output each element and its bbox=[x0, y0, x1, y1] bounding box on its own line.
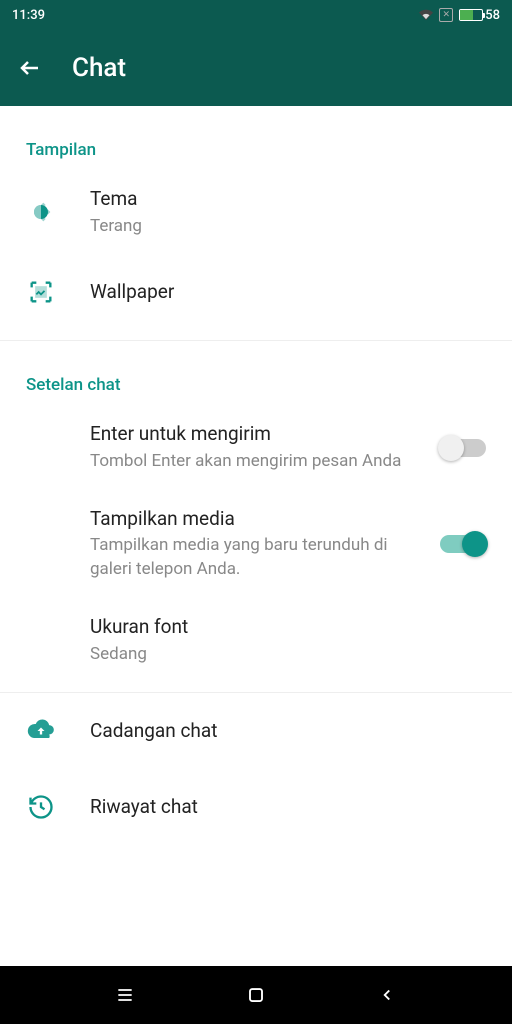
font-title: Ukuran font bbox=[90, 614, 486, 641]
wallpaper-icon bbox=[26, 278, 56, 306]
item-enter-to-send[interactable]: Enter untuk mengirim Tombol Enter akan m… bbox=[0, 405, 512, 489]
cloud-upload-icon bbox=[26, 717, 56, 745]
settings-content: Tampilan Tema Terang Wallpaper Setelan c… bbox=[0, 106, 512, 845]
navigation-bar bbox=[0, 966, 512, 1024]
history-title: Riwayat chat bbox=[90, 794, 486, 821]
section-header-chat: Setelan chat bbox=[0, 341, 512, 405]
battery-indicator: 58 bbox=[459, 8, 500, 23]
enter-title: Enter untuk mengirim bbox=[90, 421, 406, 448]
font-value: Sedang bbox=[90, 643, 486, 667]
item-font-size[interactable]: Ukuran font Sedang bbox=[0, 598, 512, 682]
item-show-media[interactable]: Tampilkan media Tampilkan media yang bar… bbox=[0, 490, 512, 598]
status-right: ✕ 58 bbox=[419, 8, 500, 23]
battery-percent: 58 bbox=[485, 8, 500, 23]
media-toggle[interactable] bbox=[440, 535, 486, 553]
status-bar: 11:39 ✕ 58 bbox=[0, 0, 512, 30]
history-icon bbox=[26, 793, 56, 821]
back-arrow-icon[interactable] bbox=[18, 56, 42, 80]
brightness-icon bbox=[26, 198, 56, 226]
network-x-icon: ✕ bbox=[439, 8, 453, 22]
page-title: Chat bbox=[72, 53, 126, 83]
item-chat-backup[interactable]: Cadangan chat bbox=[0, 693, 512, 769]
wifi-icon bbox=[419, 8, 433, 22]
back-button[interactable] bbox=[375, 983, 399, 1007]
item-theme[interactable]: Tema Terang bbox=[0, 170, 512, 254]
status-time: 11:39 bbox=[12, 8, 45, 23]
section-header-display: Tampilan bbox=[0, 106, 512, 170]
enter-toggle[interactable] bbox=[440, 439, 486, 457]
wallpaper-title: Wallpaper bbox=[90, 279, 486, 306]
theme-title: Tema bbox=[90, 186, 486, 213]
item-wallpaper[interactable]: Wallpaper bbox=[0, 254, 512, 330]
recent-apps-button[interactable] bbox=[113, 983, 137, 1007]
home-button[interactable] bbox=[244, 983, 268, 1007]
theme-value: Terang bbox=[90, 215, 486, 239]
app-bar: Chat bbox=[0, 30, 512, 106]
enter-sub: Tombol Enter akan mengirim pesan Anda bbox=[90, 450, 406, 474]
media-sub: Tampilkan media yang baru terunduh di ga… bbox=[90, 534, 406, 582]
media-title: Tampilkan media bbox=[90, 506, 406, 533]
item-chat-history[interactable]: Riwayat chat bbox=[0, 769, 512, 845]
backup-title: Cadangan chat bbox=[90, 718, 486, 745]
